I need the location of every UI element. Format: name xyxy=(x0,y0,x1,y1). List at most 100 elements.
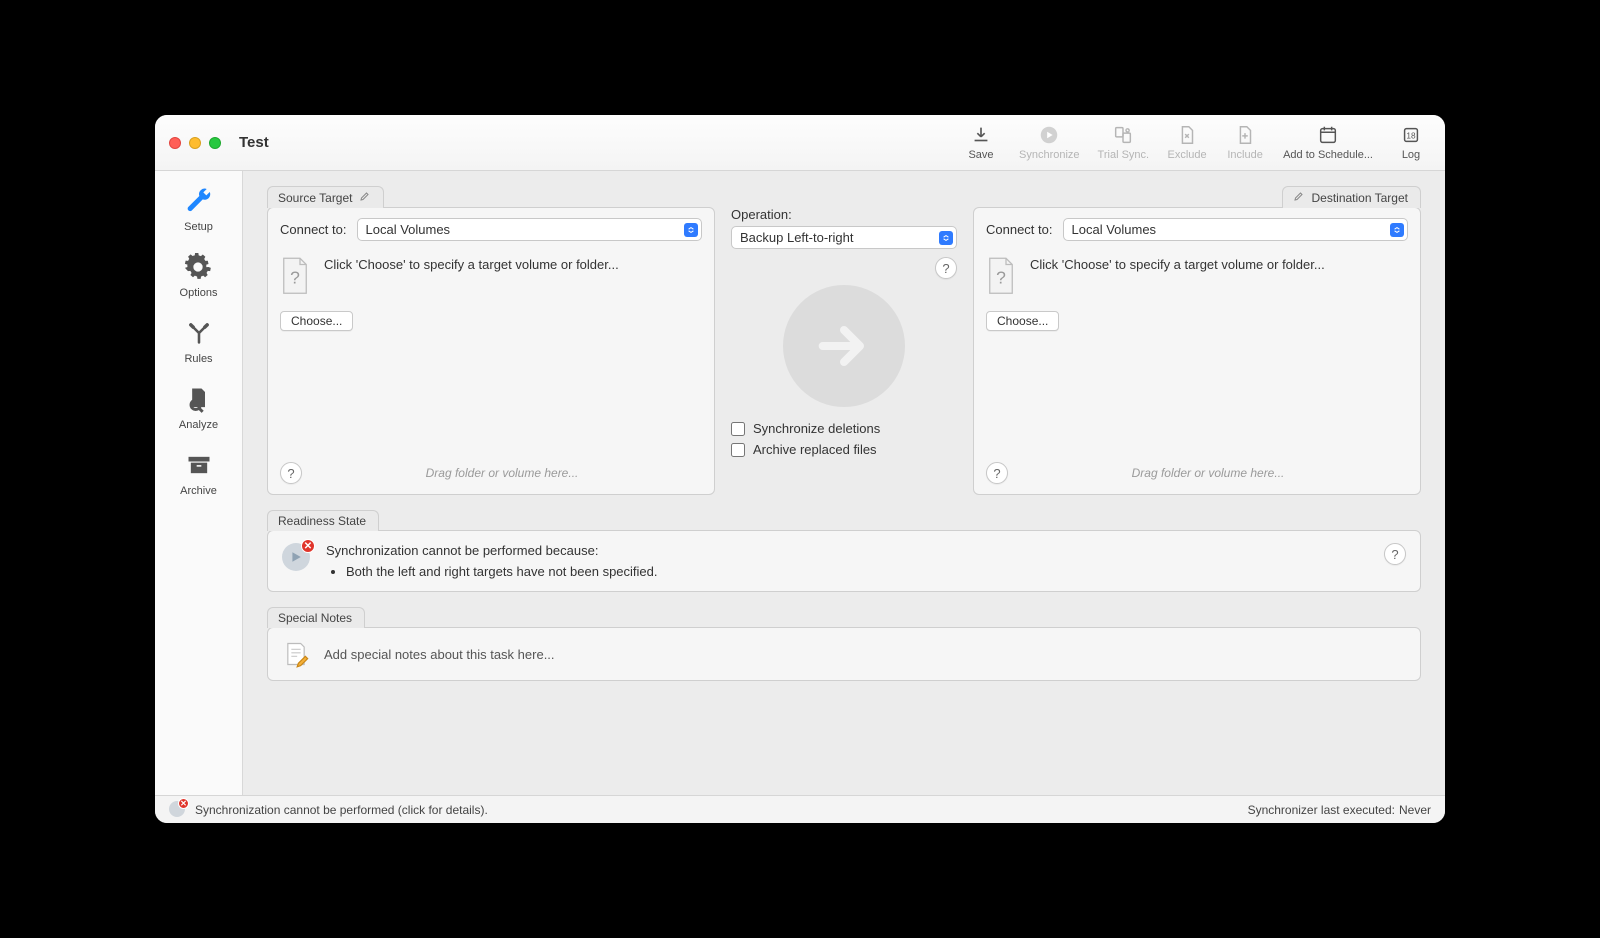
operation-label: Operation: xyxy=(731,207,957,222)
special-notes-tab: Special Notes xyxy=(267,607,365,628)
window-title: Test xyxy=(239,134,269,151)
special-notes-box[interactable]: Add special notes about this task here..… xyxy=(267,627,1421,681)
readiness-tab-label: Readiness State xyxy=(278,514,366,528)
sidebar-item-analyze[interactable]: Analyze xyxy=(179,383,218,431)
destination-connect-value: Local Volumes xyxy=(1072,222,1157,237)
readiness-help-button[interactable]: ? xyxy=(1384,543,1406,565)
source-placeholder-text: Click 'Choose' to specify a target volum… xyxy=(324,257,619,272)
archive-replaced-label: Archive replaced files xyxy=(753,442,877,457)
gear-icon xyxy=(182,251,214,283)
archive-replaced-input[interactable] xyxy=(731,443,745,457)
trial-sync-label: Trial Sync. xyxy=(1098,149,1150,161)
close-window-button[interactable] xyxy=(169,137,181,149)
zoom-window-button[interactable] xyxy=(209,137,221,149)
pencil-icon xyxy=(1293,190,1305,205)
operation-help-button[interactable]: ? xyxy=(935,257,957,279)
sidebar-item-rules[interactable]: Rules xyxy=(183,317,215,365)
chevron-updown-icon xyxy=(939,231,953,245)
destination-target-tab[interactable]: Destination Target xyxy=(1282,186,1421,208)
status-error-icon: ✕ xyxy=(169,801,187,819)
play-circle-icon xyxy=(1038,124,1060,146)
sidebar: Setup Options Rules Analyze xyxy=(155,171,243,795)
readiness-error-icon: ✕ xyxy=(282,543,312,573)
sidebar-item-archive[interactable]: Archive xyxy=(180,449,217,497)
chevron-updown-icon xyxy=(1390,223,1404,237)
calendar-icon xyxy=(1317,124,1339,146)
sync-deletions-label: Synchronize deletions xyxy=(753,421,880,436)
source-panel: Source Target Connect to: Local Volumes xyxy=(267,185,715,495)
svg-text:?: ? xyxy=(996,267,1006,287)
destination-connect-label: Connect to: xyxy=(986,222,1053,237)
save-button[interactable]: Save xyxy=(961,124,1001,161)
operation-value: Backup Left-to-right xyxy=(740,230,853,245)
notes-tab-label: Special Notes xyxy=(278,611,352,625)
destination-placeholder-text: Click 'Choose' to specify a target volum… xyxy=(1030,257,1325,272)
destination-tab-label: Destination Target xyxy=(1311,191,1408,205)
last-exec-label: Synchronizer last executed: xyxy=(1248,803,1395,817)
minimize-window-button[interactable] xyxy=(189,137,201,149)
add-to-schedule-button[interactable]: Add to Schedule... xyxy=(1283,124,1373,161)
sidebar-label: Archive xyxy=(180,485,217,497)
source-choose-button[interactable]: Choose... xyxy=(280,311,353,331)
exclude-button[interactable]: Exclude xyxy=(1167,124,1207,161)
include-button[interactable]: Include xyxy=(1225,124,1265,161)
main-content: Source Target Connect to: Local Volumes xyxy=(243,171,1445,795)
sidebar-label: Rules xyxy=(184,353,212,365)
exclude-label: Exclude xyxy=(1168,149,1207,161)
branch-icon xyxy=(183,317,215,349)
targets-row: Source Target Connect to: Local Volumes xyxy=(267,185,1421,495)
analyze-icon xyxy=(182,383,214,415)
last-exec-value: Never xyxy=(1399,803,1431,817)
add-to-schedule-label: Add to Schedule... xyxy=(1283,149,1373,161)
destination-choose-button[interactable]: Choose... xyxy=(986,311,1059,331)
sync-deletions-input[interactable] xyxy=(731,422,745,436)
window-controls xyxy=(169,137,221,149)
source-help-button[interactable]: ? xyxy=(280,462,302,484)
source-target-tab[interactable]: Source Target xyxy=(267,186,384,208)
unknown-file-icon: ? xyxy=(986,257,1016,293)
toolbar: Save Synchronize Trial Sync. xyxy=(961,124,1431,161)
special-notes-section: Special Notes Add special notes about th… xyxy=(267,606,1421,681)
source-connect-value: Local Volumes xyxy=(366,222,451,237)
sidebar-label: Options xyxy=(180,287,218,299)
source-connect-label: Connect to: xyxy=(280,222,347,237)
destination-drag-hint: Drag folder or volume here... xyxy=(1008,466,1408,480)
download-icon xyxy=(970,124,992,146)
sidebar-label: Setup xyxy=(184,221,213,233)
notes-icon xyxy=(282,640,310,668)
operation-select[interactable]: Backup Left-to-right xyxy=(731,226,957,249)
file-plus-icon xyxy=(1234,124,1256,146)
titlebar: Test Save Synchronize xyxy=(155,115,1445,171)
status-message[interactable]: Synchronization cannot be performed (cli… xyxy=(195,803,488,817)
file-x-icon xyxy=(1176,124,1198,146)
readiness-tab: Readiness State xyxy=(267,510,379,531)
synchronize-button[interactable]: Synchronize xyxy=(1019,124,1080,161)
trial-sync-icon xyxy=(1112,124,1134,146)
synchronize-deletions-checkbox[interactable]: Synchronize deletions xyxy=(731,421,957,436)
destination-connect-select[interactable]: Local Volumes xyxy=(1063,218,1409,241)
destination-panel: Destination Target Connect to: Local Vol… xyxy=(973,185,1421,495)
log-label: Log xyxy=(1402,149,1420,161)
archive-replaced-checkbox[interactable]: Archive replaced files xyxy=(731,442,957,457)
source-tab-label: Source Target xyxy=(278,191,353,205)
notes-placeholder: Add special notes about this task here..… xyxy=(324,647,555,662)
readiness-section: Readiness State ✕ Synchronization cannot… xyxy=(267,509,1421,592)
synchronize-label: Synchronize xyxy=(1019,149,1080,161)
sidebar-label: Analyze xyxy=(179,419,218,431)
window-body: Setup Options Rules Analyze xyxy=(155,171,1445,795)
destination-help-button[interactable]: ? xyxy=(986,462,1008,484)
log-button[interactable]: 18 Log xyxy=(1391,124,1431,161)
pencil-icon xyxy=(359,190,371,205)
save-label: Save xyxy=(968,149,993,161)
readiness-text: Synchronization cannot be performed beca… xyxy=(326,543,658,579)
operation-column: Operation: Backup Left-to-right ? Synchr… xyxy=(729,185,959,457)
app-window: Test Save Synchronize xyxy=(155,115,1445,823)
trial-sync-button[interactable]: Trial Sync. xyxy=(1098,124,1150,161)
destination-panel-box: Connect to: Local Volumes ? Click 'Choos… xyxy=(973,207,1421,495)
svg-text:?: ? xyxy=(290,267,300,287)
wrench-icon xyxy=(183,185,215,217)
sidebar-item-options[interactable]: Options xyxy=(180,251,218,299)
source-connect-select[interactable]: Local Volumes xyxy=(357,218,703,241)
sidebar-item-setup[interactable]: Setup xyxy=(183,185,215,233)
direction-arrow-icon xyxy=(783,285,905,407)
